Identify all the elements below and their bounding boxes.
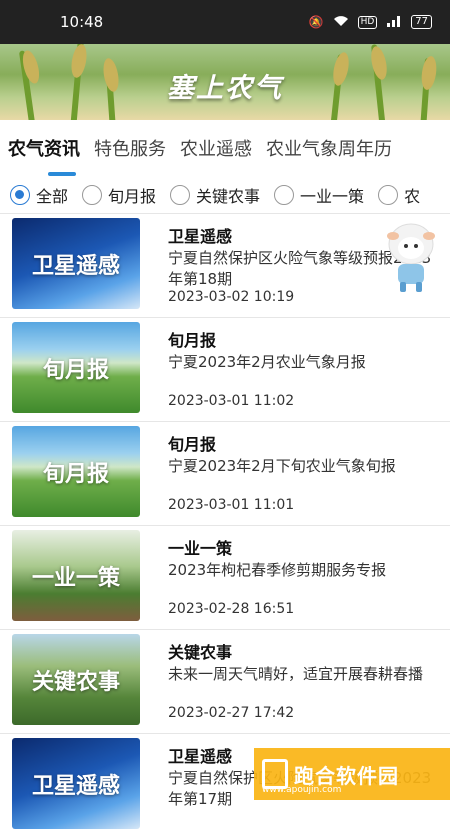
filter-periodic-report[interactable]: 旬月报	[82, 183, 156, 207]
item-title: 卫星遥感	[168, 747, 233, 766]
item-date: 2023-02-27 17:42	[168, 705, 295, 721]
filter-label: 关键农事	[196, 187, 261, 206]
thumbnail-label: 旬月报	[42, 461, 109, 487]
radio-selected-icon[interactable]	[10, 185, 30, 205]
watermark-url: www.apoujin.com	[262, 785, 342, 795]
filter-key-farming[interactable]: 关键农事	[170, 183, 260, 207]
thumbnail-image: 一业一策	[12, 530, 140, 621]
thumbnail-image: 卫星遥感	[12, 738, 140, 829]
category-tabs: 农气资讯 特色服务 农业遥感 农业气象周年历	[0, 120, 450, 176]
thumbnail-label: 卫星遥感	[31, 253, 120, 279]
item-description: 宁夏2023年2月农业气象月报	[168, 353, 366, 371]
item-description: 宁夏2023年2月下旬农业气象旬报	[168, 457, 396, 475]
list-item[interactable]: 一业一策 一业一策 2023年枸杞春季修剪期服务专报 2023-02-28 16…	[0, 525, 450, 629]
status-bar: 10:48 🔕 HD 77	[0, 0, 450, 44]
item-date: 2023-03-02 10:19	[168, 289, 295, 305]
item-date: 2023-02-28 16:51	[168, 601, 295, 617]
thumbnail-image: 卫星遥感	[12, 218, 140, 309]
item-title: 卫星遥感	[168, 227, 233, 246]
item-title: 旬月报	[168, 331, 217, 350]
list-item[interactable]: 卫星遥感 卫星遥感 宁夏自然保护区火险气象等级预报2023年第18期 2023-…	[0, 213, 450, 317]
wifi-icon	[333, 15, 349, 30]
tab-remote-sensing[interactable]: 农业遥感	[180, 135, 252, 161]
thumbnail-image: 旬月报	[12, 426, 140, 517]
item-title: 一业一策	[168, 539, 233, 558]
radio-icon[interactable]	[378, 185, 399, 205]
hd-badge: HD	[357, 15, 378, 29]
status-time: 10:48	[60, 13, 104, 31]
filter-all[interactable]: 全部	[10, 183, 68, 207]
item-date: 2023-03-01 11:01	[168, 497, 295, 513]
tab-annual-calendar[interactable]: 农业气象周年历	[266, 135, 392, 161]
item-title: 关键农事	[168, 643, 233, 662]
list-item[interactable]: 关键农事 关键农事 未来一周天气晴好，适宜开展春耕春播 2023-02-27 1…	[0, 629, 450, 733]
list-item[interactable]: 旬月报 旬月报 宁夏2023年2月下旬农业气象旬报 2023-03-01 11:…	[0, 421, 450, 525]
filter-label: 旬月报	[108, 187, 157, 206]
filter-label: 农	[404, 187, 421, 206]
filter-radio-group: 全部 旬月报 关键农事 一业一策 农	[0, 178, 450, 212]
radio-icon[interactable]	[274, 185, 295, 205]
tab-news[interactable]: 农气资讯	[8, 135, 80, 161]
app-title: 塞上农气	[167, 73, 283, 104]
filter-label: 一业一策	[300, 187, 365, 206]
thumbnail-label: 卫星遥感	[31, 773, 120, 799]
thumbnail-label: 一业一策	[31, 565, 120, 591]
signal-icon	[386, 15, 402, 30]
header-banner: 塞上农气	[0, 44, 450, 120]
item-date: 2023-03-01 11:02	[168, 393, 295, 409]
tab-special-services[interactable]: 特色服务	[94, 135, 166, 161]
active-tab-indicator	[48, 172, 76, 176]
item-title: 旬月报	[168, 435, 217, 454]
thumbnail-label: 关键农事	[31, 669, 120, 695]
status-icons: 🔕 HD 77	[309, 15, 432, 30]
battery-icon: 77	[411, 15, 432, 29]
mute-bell-icon: 🔕	[308, 15, 324, 29]
news-list: 卫星遥感 卫星遥感 宁夏自然保护区火险气象等级预报2023年第18期 2023-…	[0, 213, 450, 837]
sheep-mascot-icon[interactable]	[384, 210, 438, 294]
filter-label: 全部	[36, 187, 69, 206]
thumbnail-label: 旬月报	[42, 357, 109, 383]
filter-more[interactable]: 农	[378, 183, 420, 207]
radio-icon[interactable]	[82, 185, 103, 205]
item-description: 未来一周天气晴好，适宜开展春耕春播	[168, 665, 424, 683]
thumbnail-image: 旬月报	[12, 322, 140, 413]
filter-one-industry[interactable]: 一业一策	[274, 183, 364, 207]
thumbnail-image: 关键农事	[12, 634, 140, 725]
item-description: 2023年枸杞春季修剪期服务专报	[168, 561, 387, 579]
radio-icon[interactable]	[170, 185, 191, 205]
list-item[interactable]: 旬月报 旬月报 宁夏2023年2月农业气象月报 2023-03-01 11:02	[0, 317, 450, 421]
